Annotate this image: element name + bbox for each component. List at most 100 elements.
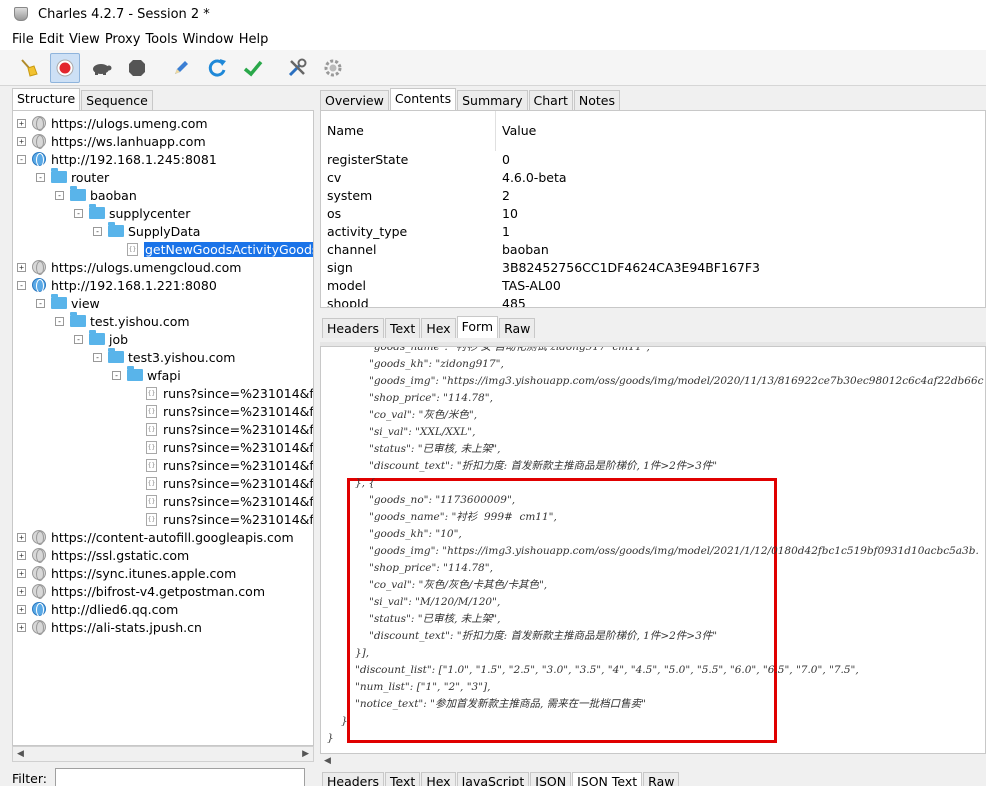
expand-icon[interactable]: + xyxy=(17,550,26,560)
tree-node[interactable]: - http://192.168.1.221:8080 xyxy=(17,276,217,294)
collapse-icon[interactable]: - xyxy=(93,352,102,362)
collapse-icon[interactable]: - xyxy=(36,298,45,308)
tree-node[interactable]: {} runs?since=%231014&ful xyxy=(131,420,313,438)
tree-node[interactable]: {} runs?since=%231014&ful xyxy=(131,402,313,420)
header-value[interactable]: Value xyxy=(496,111,985,151)
tab-response-json[interactable]: JSON xyxy=(530,772,572,786)
tree-node[interactable]: + https://ssl.gstatic.com xyxy=(17,546,189,564)
check-icon[interactable] xyxy=(238,53,268,83)
filter-input[interactable] xyxy=(54,768,305,786)
form-table-row[interactable]: os 10 xyxy=(321,205,985,223)
menu-view[interactable]: View xyxy=(69,32,100,47)
tab-request-text[interactable]: Text xyxy=(385,318,421,338)
tree-node[interactable]: - SupplyData xyxy=(93,222,200,240)
tab-chart[interactable]: Chart xyxy=(528,90,573,110)
tree-node[interactable]: - baoban xyxy=(55,186,137,204)
menu-edit[interactable]: Edit xyxy=(39,32,64,47)
refresh-icon[interactable] xyxy=(202,53,232,83)
turtle-icon[interactable] xyxy=(86,53,116,83)
menu-window[interactable]: Window xyxy=(182,32,233,47)
tree-node[interactable]: + http://dlied6.qq.com xyxy=(17,600,178,618)
menu-proxy[interactable]: Proxy xyxy=(105,32,141,47)
expand-icon[interactable]: + xyxy=(17,622,26,632)
tab-response-text[interactable]: Text xyxy=(385,772,421,786)
tree-node[interactable]: {} runs?since=%231014&ful xyxy=(131,510,313,528)
form-table-row[interactable]: system 2 xyxy=(321,187,985,205)
tree-node[interactable]: - supplycenter xyxy=(74,204,190,222)
tools-icon[interactable] xyxy=(282,53,312,83)
tree-node[interactable]: {} runs?since=%231014&ful xyxy=(131,438,313,456)
gear-icon[interactable] xyxy=(318,53,348,83)
tree-node[interactable]: + https://ulogs.umeng.com xyxy=(17,114,208,132)
expand-icon[interactable]: + xyxy=(17,568,26,578)
tree-node[interactable]: + https://ali-stats.jpush.cn xyxy=(17,618,202,636)
form-table-row[interactable]: model TAS-AL00 xyxy=(321,277,985,295)
tree-node[interactable]: {} runs?since=%231014&ful xyxy=(131,492,313,510)
response-horizontal-scrollbar[interactable]: ◀ xyxy=(320,756,986,768)
collapse-icon[interactable]: - xyxy=(93,226,102,236)
tree-node[interactable]: {} getNewGoodsActivityGoodsList xyxy=(112,240,313,258)
form-table-row[interactable]: activity_type 1 xyxy=(321,223,985,241)
tab-response-headers[interactable]: Headers xyxy=(322,772,385,786)
menu-help[interactable]: Help xyxy=(239,32,269,47)
tab-contents[interactable]: Contents xyxy=(389,88,457,110)
tree-node[interactable]: - wfapi xyxy=(112,366,181,384)
tree-node[interactable]: - test3.yishou.com xyxy=(93,348,235,366)
tab-response-hex[interactable]: Hex xyxy=(421,772,456,786)
menu-file[interactable]: File xyxy=(12,32,34,47)
scroll-left-icon[interactable]: ◀ xyxy=(324,756,331,766)
form-table-row[interactable]: shopId 485 xyxy=(321,295,985,307)
tab-response-raw[interactable]: Raw xyxy=(643,772,680,786)
collapse-icon[interactable]: - xyxy=(36,172,45,182)
expand-icon[interactable]: + xyxy=(17,118,26,128)
tree-node[interactable]: {} runs?since=%231014&ful xyxy=(131,456,313,474)
tree-horizontal-scrollbar[interactable]: ◀ ▶ xyxy=(12,746,314,762)
tree-node[interactable]: - view xyxy=(36,294,100,312)
menu-tools[interactable]: Tools xyxy=(145,32,177,47)
tree-node[interactable]: - router xyxy=(36,168,109,186)
collapse-icon[interactable]: - xyxy=(17,154,26,164)
expand-icon[interactable]: + xyxy=(17,532,26,542)
tab-request-hex[interactable]: Hex xyxy=(421,318,456,338)
expand-icon[interactable]: + xyxy=(17,136,26,146)
tab-notes[interactable]: Notes xyxy=(573,90,620,110)
tree-node[interactable]: {} runs?since=%231014&ful xyxy=(131,474,313,492)
tab-overview[interactable]: Overview xyxy=(320,90,389,110)
collapse-icon[interactable]: - xyxy=(17,280,26,290)
expand-icon[interactable]: + xyxy=(17,586,26,596)
tree-node[interactable]: - http://192.168.1.245:8081 xyxy=(17,150,217,168)
tree-node[interactable]: - job xyxy=(74,330,128,348)
tree-node[interactable]: + https://content-autofill.googleapis.com xyxy=(17,528,294,546)
expand-icon[interactable]: + xyxy=(17,262,26,272)
broom-icon[interactable] xyxy=(14,53,44,83)
collapse-icon[interactable]: - xyxy=(112,370,121,380)
pen-icon[interactable] xyxy=(166,53,196,83)
tab-summary[interactable]: Summary xyxy=(457,90,528,110)
stop-icon[interactable] xyxy=(122,53,152,83)
tree-node[interactable]: + https://ulogs.umengcloud.com xyxy=(17,258,241,276)
form-table-row[interactable]: channel baoban xyxy=(321,241,985,259)
tab-structure[interactable]: Structure xyxy=(12,88,81,110)
expand-icon[interactable]: + xyxy=(17,604,26,614)
tab-response-json-text[interactable]: JSON Text xyxy=(572,772,643,786)
tree-node[interactable]: + https://bifrost-v4.getpostman.com xyxy=(17,582,265,600)
tree-node[interactable]: + https://ws.lanhuapp.com xyxy=(17,132,206,150)
collapse-icon[interactable]: - xyxy=(55,316,64,326)
record-icon[interactable] xyxy=(50,52,80,83)
scroll-left-icon[interactable]: ◀ xyxy=(17,749,24,759)
form-table-row[interactable]: registerState 0 xyxy=(321,151,985,169)
form-table-row[interactable]: sign 3B82452756CC1DF4624CA3E94BF167F3 xyxy=(321,259,985,277)
tab-request-raw[interactable]: Raw xyxy=(499,318,536,338)
tree-node[interactable]: {} runs?since=%231014&ful xyxy=(131,384,313,402)
tree-node[interactable]: + https://sync.itunes.apple.com xyxy=(17,564,236,582)
collapse-icon[interactable]: - xyxy=(55,190,64,200)
scroll-right-icon[interactable]: ▶ xyxy=(302,749,309,759)
collapse-icon[interactable]: - xyxy=(74,334,83,344)
tab-response-javascript[interactable]: JavaScript xyxy=(456,772,530,786)
tree-node[interactable]: - test.yishou.com xyxy=(55,312,190,330)
tab-request-form[interactable]: Form xyxy=(456,316,499,338)
tab-request-headers[interactable]: Headers xyxy=(322,318,385,338)
form-table-row[interactable]: cv 4.6.0-beta xyxy=(321,169,985,187)
header-name[interactable]: Name xyxy=(321,111,496,151)
collapse-icon[interactable]: - xyxy=(74,208,83,218)
